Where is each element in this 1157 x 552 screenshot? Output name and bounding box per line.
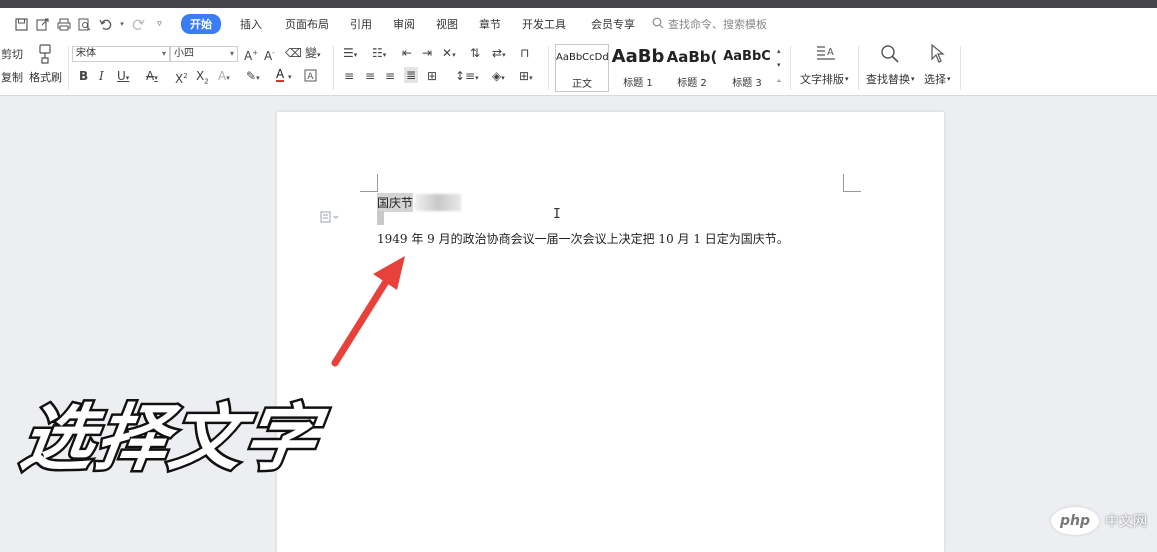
- annotation-arrow: [331, 256, 405, 367]
- chevron-down-icon: ▾: [229, 49, 234, 58]
- separator: [333, 46, 334, 90]
- print-preview-icon[interactable]: [77, 17, 92, 32]
- selection-caret: [377, 211, 384, 225]
- tab-chapter[interactable]: 章节: [479, 16, 501, 32]
- increase-font-icon[interactable]: A+: [244, 46, 258, 63]
- separator: [960, 46, 961, 90]
- font-name-select[interactable]: 宋体 ▾: [72, 46, 170, 62]
- cut-button[interactable]: 剪切: [1, 46, 23, 62]
- find-replace-button[interactable]: 查找替换 ▾: [866, 71, 915, 87]
- shading-icon[interactable]: ◈▾: [492, 69, 505, 85]
- text-effect-icon[interactable]: A▾: [218, 69, 230, 85]
- justify-icon[interactable]: ≣: [404, 67, 419, 83]
- text-layout-icon[interactable]: A: [816, 44, 836, 65]
- format-painter-icon[interactable]: [36, 44, 54, 67]
- svg-text:A: A: [827, 47, 834, 58]
- window-top-bar: [0, 0, 1157, 8]
- quick-access-toolbar: ▾ ▿: [14, 17, 167, 32]
- tab-member[interactable]: 会员专享: [591, 16, 635, 32]
- strikethrough-icon[interactable]: A▾: [146, 69, 158, 85]
- distributed-align-icon[interactable]: ⊞: [427, 69, 437, 83]
- style-heading-3[interactable]: AaBbC 标题 3: [720, 44, 774, 92]
- phonetic-guide-icon[interactable]: 變▾: [305, 46, 321, 62]
- customize-toolbar-icon[interactable]: ▿: [152, 17, 167, 32]
- tab-review[interactable]: 审阅: [393, 16, 415, 32]
- italic-icon[interactable]: I: [99, 69, 104, 83]
- svg-text:A: A: [307, 72, 314, 82]
- decrease-indent-icon[interactable]: ⇤: [402, 46, 412, 60]
- separator: [858, 46, 859, 90]
- cursor-select-icon[interactable]: [930, 43, 946, 67]
- clear-format-icon[interactable]: ⌫: [285, 46, 302, 60]
- align-left-icon[interactable]: ≡: [344, 69, 354, 83]
- paragraph-layout-icon[interactable]: [320, 211, 340, 226]
- blurred-region: [415, 194, 462, 211]
- font-size-select[interactable]: 小四 ▾: [170, 46, 238, 62]
- margin-corner-top-right: [843, 174, 861, 192]
- chinese-layout-icon[interactable]: ✕▾: [442, 46, 456, 62]
- separator: [548, 46, 549, 90]
- align-center-icon[interactable]: ≡: [365, 69, 375, 83]
- tab-stops-icon[interactable]: ⊓: [520, 46, 529, 60]
- video-caption: 选择文字: [14, 394, 327, 483]
- search-icon: [652, 17, 664, 32]
- font-color-icon[interactable]: A: [276, 68, 285, 82]
- style-scroll-down-icon[interactable]: ▾: [777, 58, 781, 72]
- ibeam-cursor-icon: I: [553, 207, 561, 222]
- redo-icon[interactable]: [131, 17, 146, 32]
- save-icon[interactable]: [14, 17, 29, 32]
- increase-indent-icon[interactable]: ⇥: [422, 46, 432, 60]
- copy-button[interactable]: 复制: [1, 69, 23, 85]
- site-watermark: php 中文网: [1051, 507, 1147, 535]
- align-right-icon[interactable]: ≡: [385, 69, 395, 83]
- decrease-font-icon[interactable]: A-: [264, 46, 275, 63]
- ribbon-toolbar: 剪切 复制 格式刷 宋体 ▾ 小四 ▾ A+ A- ⌫ 變▾ B I U▾ A▾ X…: [0, 40, 1157, 96]
- command-search[interactable]: 查找命令、搜索模板: [652, 16, 767, 32]
- style-scroll-up-icon[interactable]: ▴: [777, 44, 781, 58]
- watermark-text: 中文网: [1105, 514, 1147, 530]
- select-button[interactable]: 选择 ▾: [924, 71, 951, 87]
- separator: [790, 46, 791, 90]
- tab-page-layout[interactable]: 页面布局: [285, 16, 329, 32]
- tab-references[interactable]: 引用: [350, 16, 372, 32]
- text-direction-icon[interactable]: ⇄▾: [492, 46, 506, 62]
- selected-text[interactable]: 国庆节: [377, 193, 414, 212]
- doc-paragraph[interactable]: 1949 年 9 月的政治协商会议一届一次会议上决定把 10 月 1 日定为国庆…: [377, 230, 789, 247]
- margin-corner-top-left: [360, 174, 378, 192]
- menu-bar: ▾ ▿ 开始 插入 页面布局 引用 审阅 视图 章节 开发工具 会员专享 查找命…: [0, 8, 1157, 40]
- tab-developer[interactable]: 开发工具: [522, 16, 566, 32]
- subscript-icon[interactable]: X2: [196, 69, 209, 88]
- sort-icon[interactable]: ⇅: [470, 46, 480, 60]
- line-spacing-icon[interactable]: ↕≡▾: [455, 69, 479, 85]
- highlight-icon[interactable]: ✎▾: [246, 69, 260, 85]
- font-color-dropdown-icon[interactable]: ▾: [288, 70, 292, 84]
- separator: [68, 46, 69, 90]
- chevron-down-icon: ▾: [161, 49, 166, 58]
- tab-view[interactable]: 视图: [436, 16, 458, 32]
- php-logo: php: [1051, 507, 1099, 535]
- bold-icon[interactable]: B: [79, 69, 88, 83]
- tab-home[interactable]: 开始: [181, 14, 221, 34]
- style-heading-1[interactable]: AaBb 标题 1: [611, 44, 665, 92]
- undo-dropdown-icon[interactable]: ▾: [119, 17, 125, 32]
- find-replace-icon[interactable]: [880, 44, 900, 67]
- underline-icon[interactable]: U▾: [117, 69, 129, 85]
- numbered-list-icon[interactable]: ☷▾: [372, 46, 386, 62]
- style-normal[interactable]: AaBbCcDd 正文: [555, 44, 609, 92]
- export-icon[interactable]: [35, 17, 50, 32]
- tab-insert[interactable]: 插入: [240, 16, 262, 32]
- search-placeholder: 查找命令、搜索模板: [668, 18, 767, 31]
- bullet-list-icon[interactable]: ☰▾: [343, 46, 357, 62]
- superscript-icon[interactable]: X2: [175, 69, 188, 86]
- text-layout-button[interactable]: 文字排版 ▾: [800, 71, 849, 87]
- borders-icon[interactable]: ⊞▾: [519, 69, 533, 85]
- format-painter-button[interactable]: 格式刷: [29, 69, 62, 85]
- doc-heading-line[interactable]: 国庆节: [377, 193, 462, 212]
- print-icon[interactable]: [56, 17, 71, 32]
- undo-icon[interactable]: [98, 17, 113, 32]
- char-border-icon[interactable]: A: [304, 69, 317, 85]
- style-heading-2[interactable]: AaBb( 标题 2: [665, 44, 719, 92]
- style-more-icon[interactable]: ⩡: [777, 74, 781, 88]
